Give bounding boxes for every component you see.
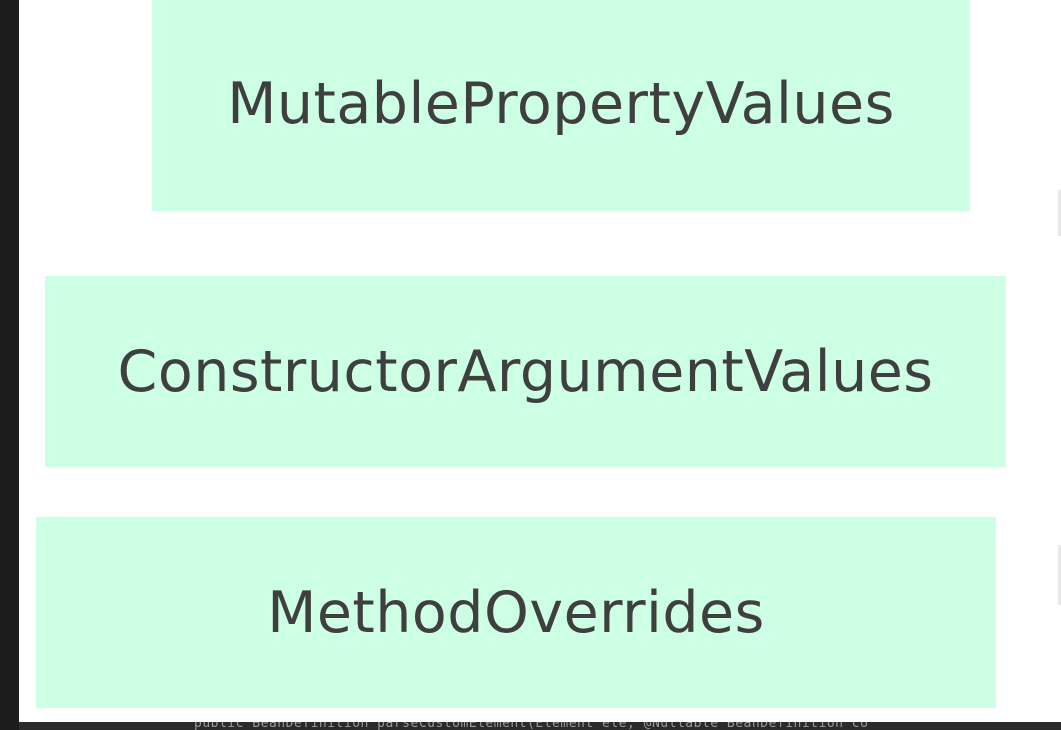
code-line: public BeanDefinition parseCustomElement…	[194, 722, 869, 730]
code-editor-strip: public BeanDefinition parseCustomElement…	[19, 722, 1061, 730]
node-label: MutablePropertyValues	[227, 70, 895, 137]
node-constructor-argument-values: ConstructorArgumentValues	[45, 276, 1006, 467]
node-mutable-property-values: MutablePropertyValues	[152, 0, 970, 211]
node-method-overrides: MethodOverrides	[36, 517, 996, 708]
editor-gutter	[0, 0, 19, 730]
node-label: ConstructorArgumentValues	[117, 338, 934, 405]
node-label: MethodOverrides	[267, 579, 765, 646]
screenshot-stage: MutablePropertyValues ConstructorArgumen…	[0, 0, 1061, 730]
